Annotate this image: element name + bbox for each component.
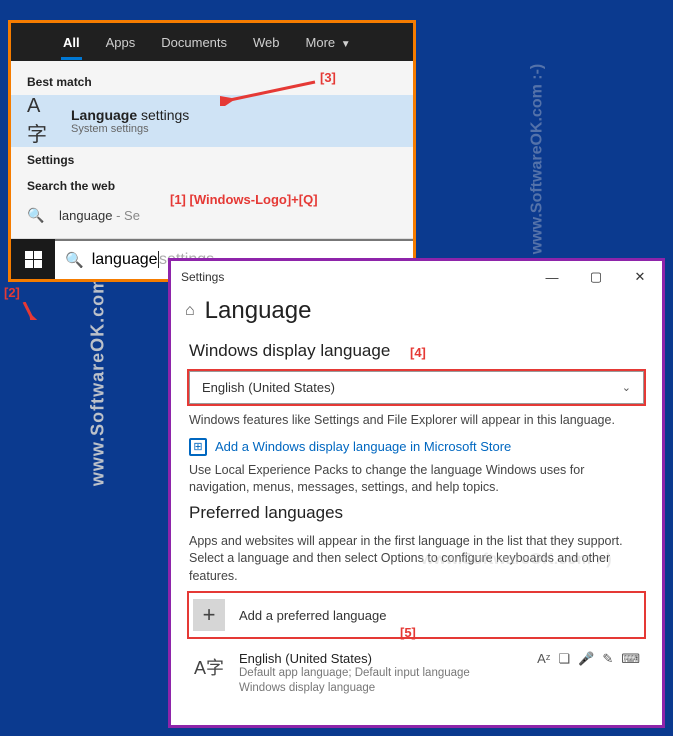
minimize-button[interactable]: — <box>530 261 574 293</box>
maximize-button[interactable]: ▢ <box>574 261 618 293</box>
speech-badge-icon: 🎤 <box>578 651 594 667</box>
watermark-right: www.SoftwareOK.com :-) <box>529 64 547 255</box>
display-language-dropdown[interactable]: English (United States) ⌄ <box>189 371 644 404</box>
search-icon: 🔍 <box>65 251 84 269</box>
web-result-suffix: - Se <box>113 208 140 223</box>
watermark-side: www.SoftwareOK.com :-) <box>88 250 109 486</box>
web-result-term: language <box>59 208 113 223</box>
annotation-2: [2] <box>4 285 20 300</box>
add-preferred-language-button[interactable]: + Add a preferred language <box>189 593 644 637</box>
language-item-english-us[interactable]: A字 English (United States) Default app l… <box>189 645 644 702</box>
dropdown-value: English (United States) <box>202 380 335 395</box>
window-title: Settings <box>171 270 530 284</box>
result-title: Language settings <box>71 107 189 123</box>
local-experience-description: Use Local Experience Packs to change the… <box>189 462 644 497</box>
page-title: Language <box>205 297 312 325</box>
display-language-description: Windows features like Settings and File … <box>189 412 644 430</box>
chevron-down-icon: ⌄ <box>622 381 631 394</box>
result-subtitle: System settings <box>71 123 189 135</box>
chevron-down-icon: ▼ <box>341 39 351 50</box>
tts-badge-icon: ❏ <box>558 651 570 667</box>
web-section-label: Search the web <box>11 173 413 199</box>
titlebar[interactable]: Settings — ▢ ✕ <box>171 261 662 293</box>
close-button[interactable]: ✕ <box>618 261 662 293</box>
language-name: English (United States) <box>239 651 523 666</box>
section-display-language: Windows display language <box>189 341 644 361</box>
result-language-settings[interactable]: A字 Language settings System settings <box>11 95 413 147</box>
tab-all[interactable]: All <box>51 27 92 58</box>
handwriting-badge-icon: ✎ <box>602 651 613 667</box>
tab-apps[interactable]: Apps <box>94 27 148 58</box>
result-text: Language settings System settings <box>71 107 189 135</box>
store-icon: ⊞ <box>189 438 207 456</box>
language-details: English (United States) Default app lang… <box>239 651 523 696</box>
language-sub1: Default app language; Default input lang… <box>239 666 523 681</box>
add-language-store-link[interactable]: ⊞ Add a Windows display language in Micr… <box>189 438 644 456</box>
language-feature-badges: Aᶻ ❏ 🎤 ✎ ⌨ <box>537 651 640 667</box>
windows-logo-icon <box>25 251 42 268</box>
keyboard-badge-icon: ⌨ <box>621 651 640 667</box>
settings-window: Settings — ▢ ✕ ⌂ Language www.SoftwareOK… <box>168 258 665 728</box>
tab-more[interactable]: More ▼ <box>294 27 363 58</box>
tab-more-label: More <box>306 35 336 50</box>
tab-documents[interactable]: Documents <box>149 27 239 58</box>
annotation-arrow-2 <box>18 302 38 320</box>
settings-section-label: Settings <box>11 147 413 173</box>
store-link-text: Add a Windows display language in Micros… <box>215 439 511 454</box>
search-results: Best match A字 Language settings System s… <box>11 61 413 279</box>
plus-icon: + <box>193 599 225 631</box>
search-tabs: All Apps Documents Web More ▼ <box>11 23 413 61</box>
start-search-panel: All Apps Documents Web More ▼ Best match… <box>8 20 416 282</box>
language-sub2: Windows display language <box>239 681 523 696</box>
settings-header: ⌂ Language <box>171 293 662 335</box>
search-icon: 🔍 <box>27 207 47 224</box>
display-badge-icon: Aᶻ <box>537 651 550 666</box>
best-match-label: Best match <box>11 69 413 95</box>
language-icon: A字 <box>193 651 225 683</box>
tab-web[interactable]: Web <box>241 27 292 58</box>
start-button[interactable] <box>11 239 55 279</box>
settings-content: Windows display language English (United… <box>171 335 662 725</box>
section-preferred-languages: Preferred languages <box>189 503 644 523</box>
web-result-language[interactable]: 🔍 language - Se <box>11 199 413 232</box>
add-language-label: Add a preferred language <box>239 608 386 623</box>
window-controls: — ▢ ✕ <box>530 261 662 293</box>
home-icon[interactable]: ⌂ <box>185 302 195 320</box>
language-icon: A字 <box>27 105 59 137</box>
watermark-center: www.SoftwareOK.com :-) <box>421 551 612 569</box>
